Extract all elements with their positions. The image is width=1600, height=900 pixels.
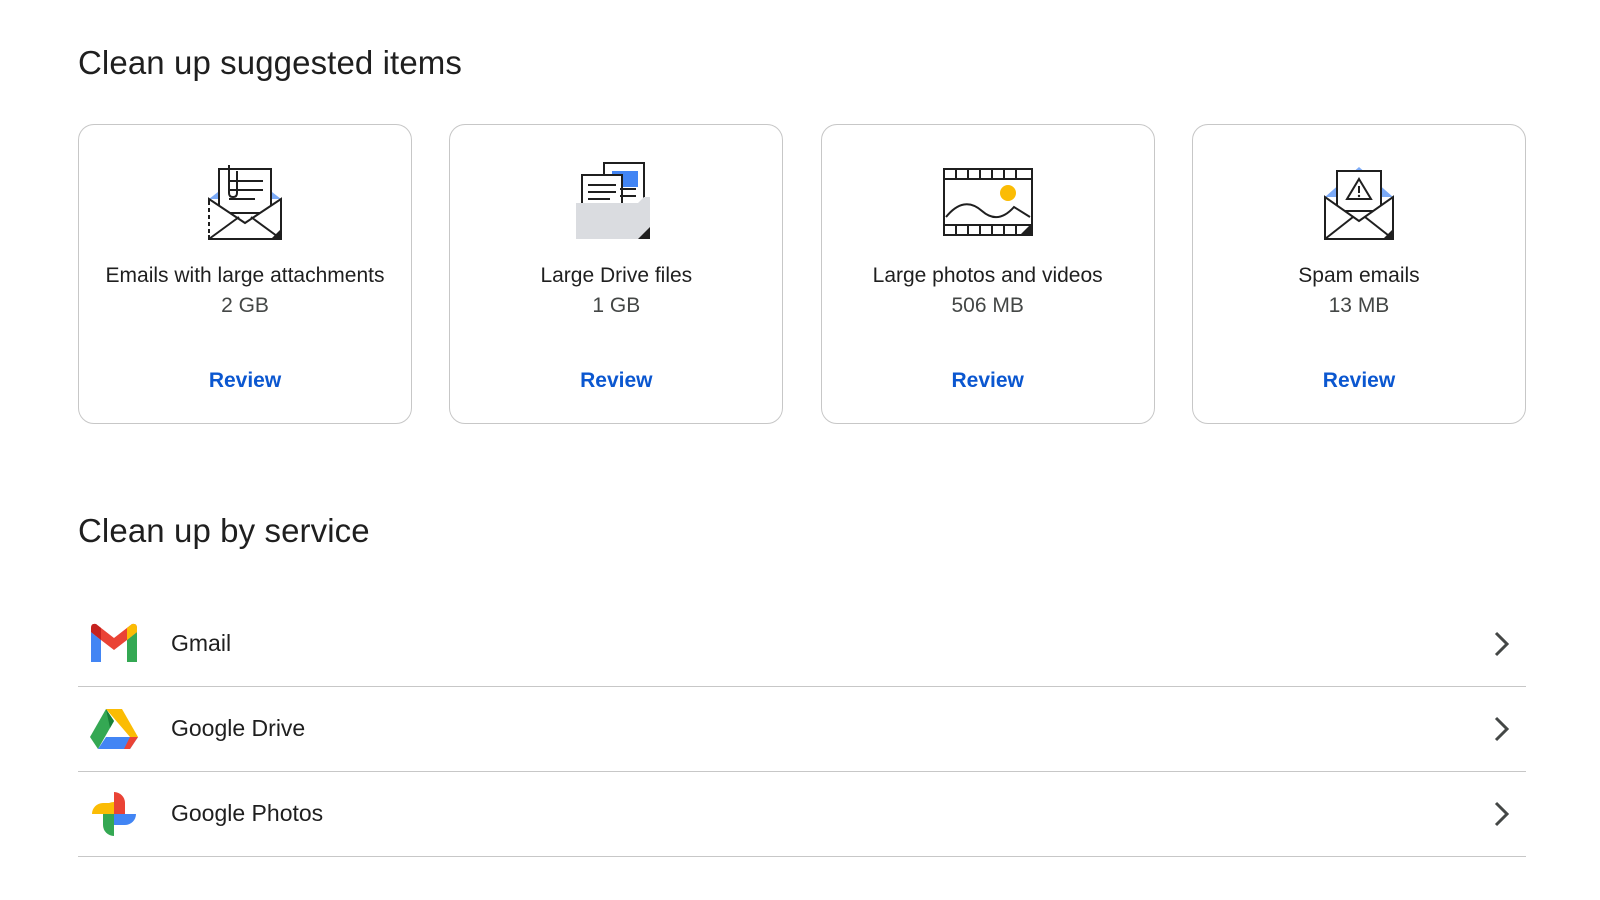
review-large-drive-files-button[interactable]: Review xyxy=(450,369,782,393)
storage-cleanup-page: Clean up suggested items Emails with lar… xyxy=(0,0,1600,900)
service-row-google-photos[interactable]: Google Photos xyxy=(78,772,1526,857)
chevron-right-icon xyxy=(1494,801,1510,827)
card-label: Large Drive files xyxy=(540,264,693,287)
review-large-attachments-button[interactable]: Review xyxy=(79,369,411,393)
card-size: 13 MB xyxy=(1328,294,1390,317)
card-spam-emails[interactable]: Spam emails 13 MB Review xyxy=(1191,124,1526,424)
card-label: Emails with large attachments xyxy=(105,264,385,287)
card-label: Spam emails xyxy=(1298,264,1420,287)
service-name: Google Drive xyxy=(171,715,306,741)
service-row-google-drive[interactable]: Google Drive xyxy=(78,687,1526,772)
suggested-items-heading: Clean up suggested items xyxy=(78,44,462,81)
chevron-right-icon xyxy=(1494,631,1510,657)
spam-email-icon xyxy=(1323,167,1394,240)
card-size: 506 MB xyxy=(951,294,1024,317)
chevron-right-icon xyxy=(1494,716,1510,742)
suggested-cards: Emails with large attachments 2 GB Revie… xyxy=(78,124,1526,424)
service-name: Gmail xyxy=(171,630,232,656)
service-name: Google Photos xyxy=(171,800,324,826)
service-list: Gmail Google Drive Google Photos xyxy=(78,602,1526,857)
card-size: 2 GB xyxy=(221,294,269,317)
photos-videos-icon xyxy=(942,168,1033,236)
review-spam-emails-button[interactable]: Review xyxy=(1193,369,1525,393)
gmail-logo-icon xyxy=(91,623,137,662)
card-size: 1 GB xyxy=(592,294,641,317)
card-large-attachments[interactable]: Emails with large attachments 2 GB Revie… xyxy=(78,124,412,424)
review-large-photos-videos-button[interactable]: Review xyxy=(822,369,1154,393)
google-drive-logo-icon xyxy=(90,709,138,749)
card-label: Large photos and videos xyxy=(872,264,1103,287)
card-large-photos-videos[interactable]: Large photos and videos 506 MB Review xyxy=(820,124,1155,424)
email-attachment-icon xyxy=(208,165,282,240)
drive-files-icon xyxy=(576,162,651,239)
service-row-gmail[interactable]: Gmail xyxy=(78,602,1526,687)
google-photos-logo-icon xyxy=(92,792,136,836)
by-service-heading: Clean up by service xyxy=(78,512,370,549)
card-large-drive-files[interactable]: Large Drive files 1 GB Review xyxy=(449,124,784,424)
